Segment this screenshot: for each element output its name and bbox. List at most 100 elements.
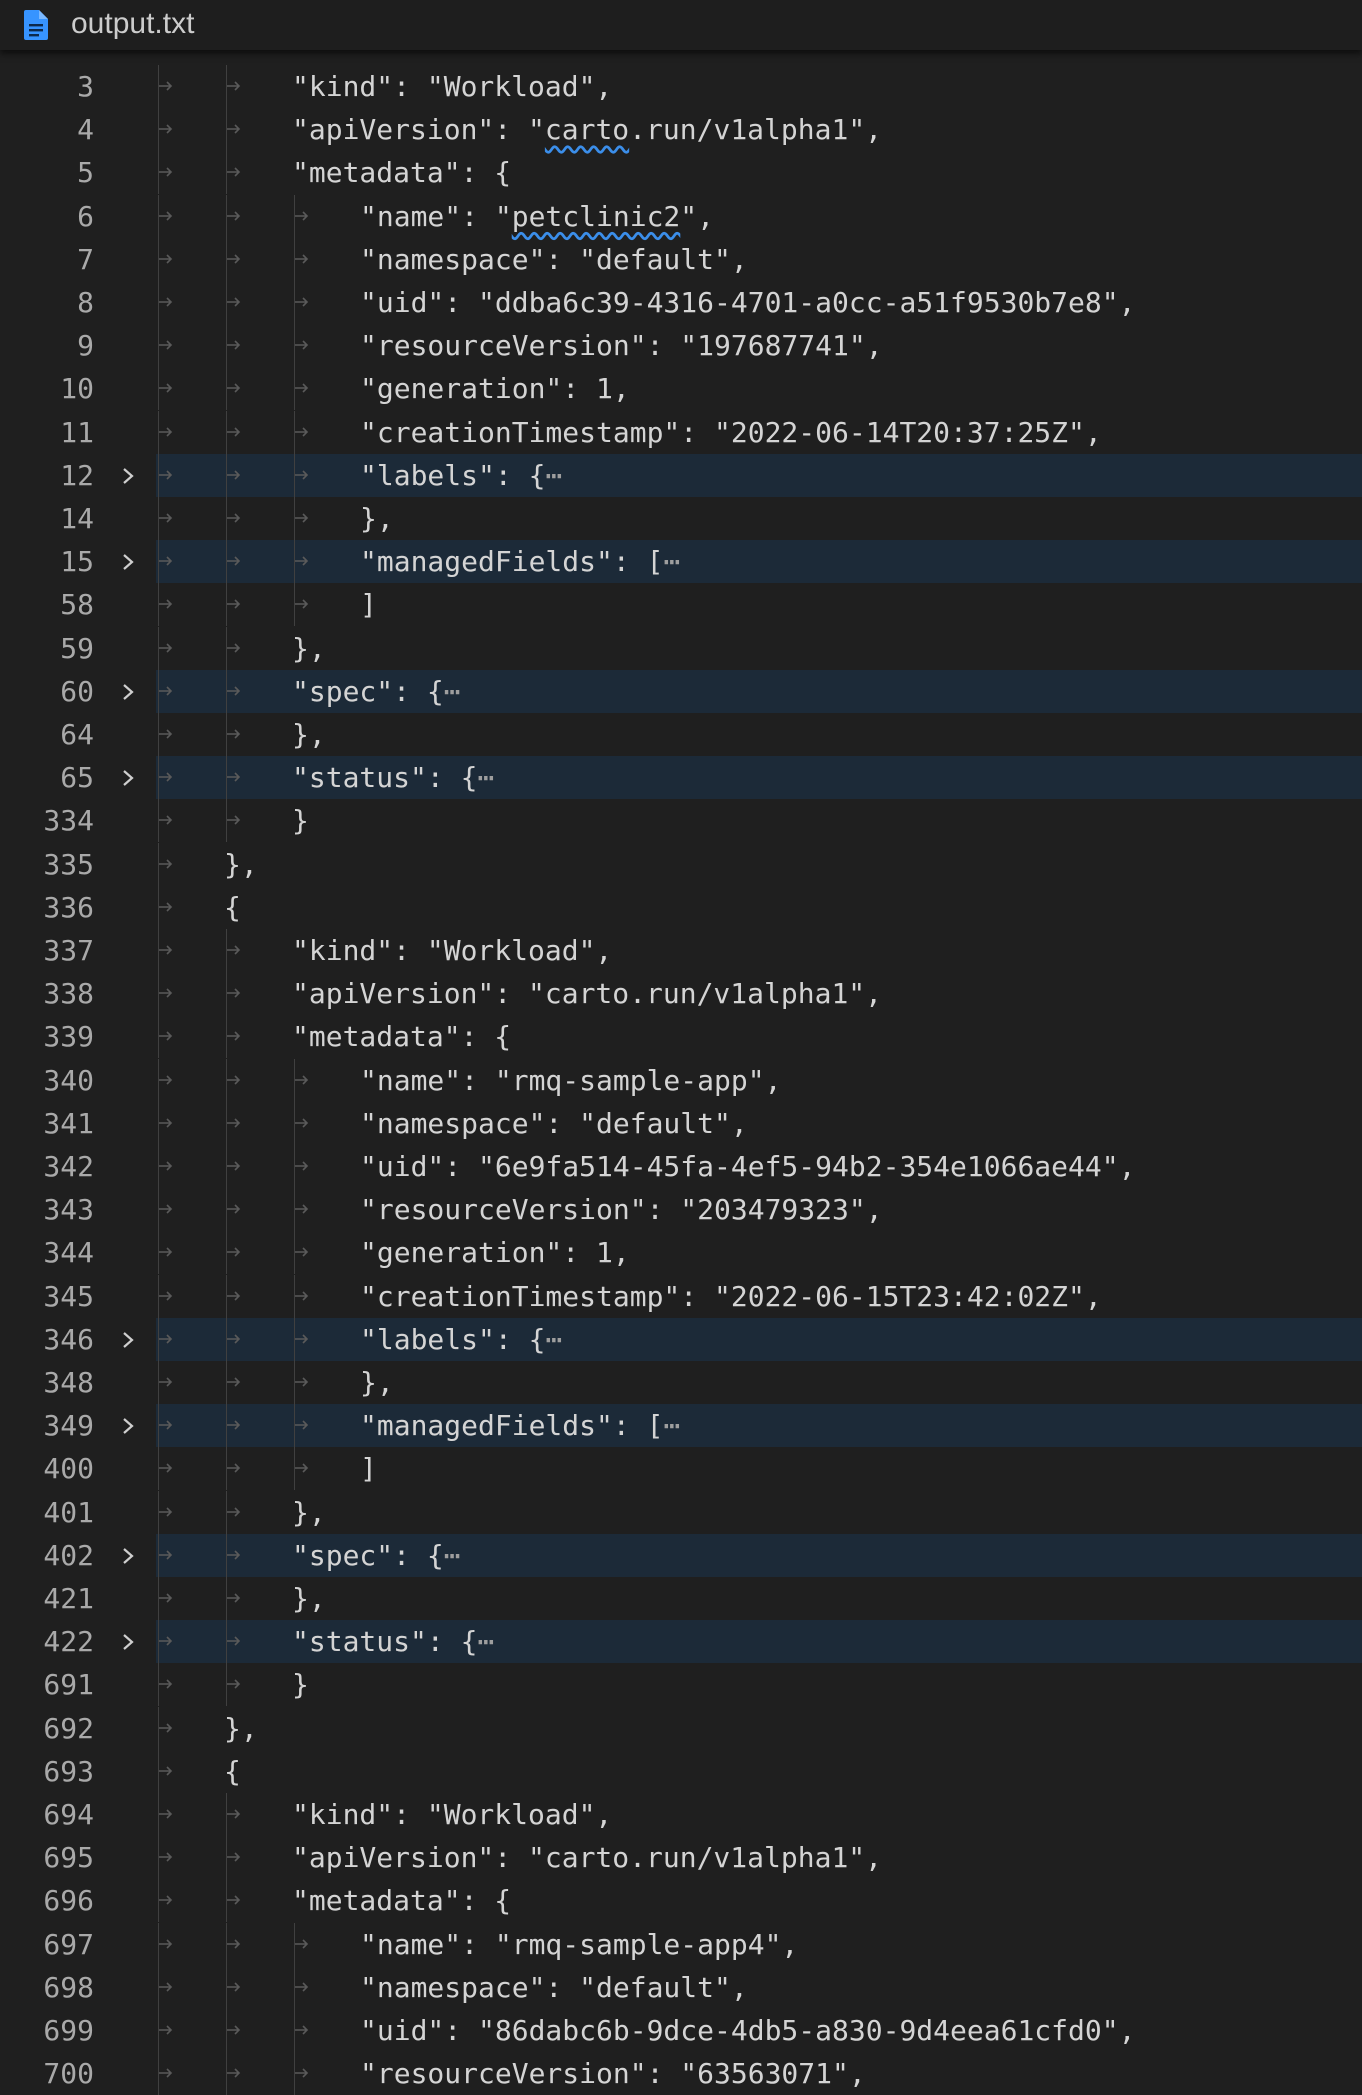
code-line[interactable]: 15 "managedFields": [⋯ (0, 540, 1362, 584)
code-line[interactable]: 341 "namespace": "default", (0, 1101, 1362, 1145)
code-line[interactable]: 692}, (0, 1706, 1362, 1750)
code-line[interactable]: 698 "namespace": "default", (0, 1965, 1362, 2009)
line-number: 693 (43, 1754, 94, 1788)
code-line[interactable]: 64}, (0, 713, 1362, 756)
code-line[interactable]: 699 "uid": "86dabc6b-9dce-4db5-a830-9d4ee… (0, 2009, 1362, 2052)
fold-chevron-icon[interactable] (118, 1416, 138, 1436)
code-line[interactable]: 695 "apiVersion": "carto.run/v1alpha1", (0, 1836, 1362, 1880)
tab-arrow-icon (226, 1849, 242, 1865)
code-line[interactable]: 335}, (0, 842, 1362, 886)
code-line[interactable]: 5 "metadata": { (0, 151, 1362, 195)
code-line[interactable]: 3 "kind": "Workload", (0, 65, 1362, 108)
code-text: }, (292, 631, 326, 665)
code-line[interactable]: 349 "managedFields": [⋯ (0, 1404, 1362, 1448)
code-line[interactable]: 344 "generation": 1, (0, 1231, 1362, 1275)
code-line[interactable]: 691} (0, 1663, 1362, 1707)
editor-tab[interactable]: output.txt (0, 0, 1362, 50)
code-line[interactable]: 340 "name": "rmq-sample-app", (0, 1058, 1362, 1102)
folded-ellipsis-icon[interactable]: ⋯ (663, 545, 680, 578)
code-text: "name": "rmq-sample-app4", (360, 1927, 799, 1961)
tab-arrow-icon (158, 1374, 174, 1390)
code-line[interactable]: 343 "resourceVersion": "203479323", (0, 1188, 1362, 1232)
code-line[interactable]: 422 "status": {⋯ (0, 1620, 1362, 1664)
code-line[interactable]: 338 "apiVersion": "carto.run/v1alpha1", (0, 972, 1362, 1016)
code-line[interactable]: 696 "metadata": { (0, 1879, 1362, 1923)
code-line[interactable]: 337 "kind": "Workload", (0, 929, 1362, 972)
tab-arrow-icon (158, 1979, 174, 1995)
code-line[interactable]: 59}, (0, 626, 1362, 670)
code-line[interactable]: 402 "spec": {⋯ (0, 1533, 1362, 1577)
code-line[interactable]: 65 "status": {⋯ (0, 756, 1362, 800)
code-line[interactable]: 336 { (0, 885, 1362, 929)
code-editor[interactable]: 3 "kind": "Workload", 4 "apiVersion": "cart… (0, 43, 1362, 2095)
line-number: 341 (43, 1106, 94, 1140)
tab-arrow-icon (294, 1374, 310, 1390)
fold-chevron-icon[interactable] (118, 1330, 138, 1350)
fold-chevron-icon[interactable] (118, 1546, 138, 1566)
code-line[interactable]: 339 "metadata": { (0, 1015, 1362, 1059)
line-number: 691 (43, 1668, 94, 1702)
code-line[interactable]: 8 "uid": "ddba6c39-4316-4701-a0cc-a51f953… (0, 281, 1362, 324)
code-line[interactable]: 693 { (0, 1749, 1362, 1793)
folded-ellipsis-icon[interactable]: ⋯ (545, 1323, 562, 1356)
folded-ellipsis-icon[interactable]: ⋯ (477, 1625, 494, 1658)
code-text: "kind": "Workload", (292, 934, 613, 967)
code-text: "generation": 1, (360, 372, 630, 406)
code-line[interactable]: 11 "creationTimestamp": "2022-06-14T20:37… (0, 410, 1362, 454)
tab-arrow-icon (158, 985, 174, 1001)
tab-arrow-icon (226, 1288, 242, 1304)
code-text: "resourceVersion": "203479323", (360, 1193, 883, 1227)
code-line[interactable]: 700 "resourceVersion": "63563071", (0, 2052, 1362, 2095)
tab-arrow-icon (294, 251, 310, 267)
code-line[interactable]: 421}, (0, 1577, 1362, 1620)
code-line[interactable]: 342 "uid": "6e9fa514-45fa-4ef5-94b2-354e1… (0, 1145, 1362, 1188)
folded-ellipsis-icon[interactable]: ⋯ (545, 459, 562, 492)
code-text: "uid": "86dabc6b-9dce-4db5-a830-9d4eea61… (360, 2014, 1136, 2047)
code-line[interactable]: 697 "name": "rmq-sample-app4", (0, 1922, 1362, 1966)
tab-arrow-icon (226, 553, 242, 569)
tab-arrow-icon (158, 1676, 174, 1692)
code-line[interactable]: 9 "resourceVersion": "197687741", (0, 324, 1362, 368)
folded-ellipsis-icon[interactable]: ⋯ (663, 1409, 680, 1442)
tab-arrow-icon (294, 1115, 310, 1131)
fold-chevron-icon[interactable] (118, 1632, 138, 1652)
code-line[interactable]: 7 "namespace": "default", (0, 237, 1362, 281)
tab-arrow-icon (158, 726, 174, 742)
code-line[interactable]: 694 "kind": "Workload", (0, 1793, 1362, 1836)
line-number: 402 (43, 1538, 94, 1572)
line-number: 700 (43, 2057, 94, 2091)
fold-chevron-icon[interactable] (118, 768, 138, 788)
code-line[interactable]: 12 "labels": {⋯ (0, 453, 1362, 497)
tab-arrow-icon (158, 899, 174, 915)
code-line[interactable]: 400] (0, 1447, 1362, 1491)
tab-arrow-icon (226, 467, 242, 483)
folded-ellipsis-icon[interactable]: ⋯ (477, 761, 494, 794)
folded-ellipsis-icon[interactable]: ⋯ (444, 675, 461, 708)
code-line[interactable]: 348}, (0, 1361, 1362, 1404)
code-line[interactable]: 4 "apiVersion": "carto.run/v1alpha1", (0, 108, 1362, 152)
tab-arrow-icon (158, 596, 174, 612)
tab-arrow-icon (226, 640, 242, 656)
tab-arrow-icon (158, 2022, 174, 2038)
code-line[interactable]: 14}, (0, 497, 1362, 540)
line-number: 14 (60, 502, 94, 535)
tab-arrow-icon (226, 1115, 242, 1131)
code-line[interactable]: 346 "labels": {⋯ (0, 1317, 1362, 1361)
code-text: } (292, 1668, 309, 1702)
code-line[interactable]: 334} (0, 799, 1362, 843)
fold-chevron-icon[interactable] (118, 466, 138, 486)
fold-chevron-icon[interactable] (118, 552, 138, 572)
fold-chevron-icon[interactable] (118, 682, 138, 702)
code-line[interactable]: 401}, (0, 1490, 1362, 1534)
tab-arrow-icon (158, 1806, 174, 1822)
tab-arrow-icon (226, 294, 242, 310)
tab-arrow-icon (158, 251, 174, 267)
tab-arrow-icon (158, 856, 174, 872)
code-line[interactable]: 10 "generation": 1, (0, 367, 1362, 411)
line-number: 400 (43, 1452, 94, 1486)
code-line[interactable]: 60 "spec": {⋯ (0, 669, 1362, 713)
code-line[interactable]: 345 "creationTimestamp": "2022-06-15T23:4… (0, 1274, 1362, 1318)
folded-ellipsis-icon[interactable]: ⋯ (444, 1539, 461, 1572)
code-line[interactable]: 6 "name": "petclinic2", (0, 194, 1362, 238)
code-line[interactable]: 58] (0, 583, 1362, 627)
